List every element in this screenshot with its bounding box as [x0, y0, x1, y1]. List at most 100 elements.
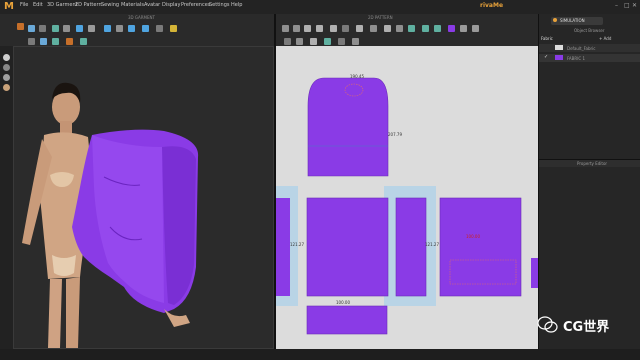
move-tool-icon[interactable]: [39, 25, 46, 32]
rectangle-tool-icon[interactable]: [330, 25, 337, 32]
shirr-tool-icon[interactable]: [116, 25, 123, 32]
wireframe-tool-icon[interactable]: [52, 38, 59, 45]
status-bar: [0, 349, 640, 360]
check-icon: ✓: [544, 54, 549, 60]
fabric-swatch-1: [555, 55, 563, 60]
fit-tool-icon[interactable]: [128, 25, 135, 32]
transform-tool-icon[interactable]: [282, 25, 289, 32]
avatar-visibility-icon[interactable]: [3, 54, 10, 61]
label-top-side: 207.79: [388, 132, 402, 137]
polygon-tool-icon[interactable]: [316, 25, 323, 32]
simulation-indicator-icon: [553, 18, 557, 22]
pattern-select-icon[interactable]: [40, 38, 47, 45]
pattern-view-icon[interactable]: [284, 38, 291, 45]
label-top-width: 190.45: [350, 74, 364, 79]
pattern-toolbar: 2D PATTERN: [276, 14, 538, 46]
viewport-3d[interactable]: [13, 46, 274, 349]
notch-tool-icon[interactable]: [472, 25, 479, 32]
pin-tool-icon[interactable]: [63, 25, 70, 32]
maximize-button[interactable]: □: [624, 2, 630, 9]
fabric-color-icon[interactable]: [448, 25, 455, 32]
menu-settings[interactable]: Settings: [209, 2, 230, 8]
fabric-item-1[interactable]: ✓ FABRIC 1: [539, 54, 640, 62]
pattern-piece-top[interactable]: [307, 77, 389, 177]
label-side-left: 121.27: [290, 242, 304, 247]
select-tool-icon[interactable]: [28, 25, 35, 32]
fold-tool-icon[interactable]: [52, 25, 59, 32]
mode-toggle[interactable]: SIMULATION: [551, 17, 603, 25]
viewport-3d-title: 3D GARMENT: [128, 15, 155, 20]
pattern-piece-left[interactable]: [276, 198, 290, 296]
pattern-arrange-icon[interactable]: [338, 38, 345, 45]
wechat-icon: [537, 316, 558, 333]
menu-display[interactable]: Display: [162, 2, 180, 8]
layer-tool-icon[interactable]: [80, 38, 87, 45]
menu-materials[interactable]: Materials: [121, 2, 144, 8]
free-sewing-icon[interactable]: [408, 25, 415, 32]
render-mode-icon[interactable]: [3, 74, 10, 81]
pattern-piece-bottom[interactable]: [306, 305, 388, 335]
skin-display-icon[interactable]: [3, 84, 10, 91]
pattern-piece-back[interactable]: [439, 197, 522, 297]
watermark: CG世界: [537, 314, 617, 336]
avatar-display-icon[interactable]: [66, 38, 73, 45]
avatar-tool-icon[interactable]: [17, 23, 24, 30]
garment-visibility-icon[interactable]: [3, 64, 10, 71]
tab-fabric[interactable]: Fabric: [541, 36, 553, 41]
edit-point-icon[interactable]: [293, 25, 300, 32]
pattern-piece-side[interactable]: [395, 197, 427, 297]
watermark-text: CG世界: [563, 320, 610, 335]
segment-sewing-icon[interactable]: [396, 25, 403, 32]
viewport-2d-title: 2D PATTERN: [368, 15, 393, 20]
menu-help[interactable]: Help: [231, 2, 242, 8]
fabric-name-default: Default_Fabric: [567, 46, 596, 51]
close-button[interactable]: ✕: [632, 2, 637, 9]
garment-toolbar: 3D GARMENT: [0, 14, 275, 46]
arrange-tool-icon[interactable]: [104, 25, 111, 32]
minimize-button[interactable]: –: [615, 2, 618, 9]
tack-tool-icon[interactable]: [76, 25, 83, 32]
pattern-layer-icon[interactable]: [296, 38, 303, 45]
topstitch-tool-icon[interactable]: [156, 25, 163, 32]
menu-file[interactable]: File: [20, 2, 28, 8]
app-logo: M: [4, 1, 14, 12]
menu-preferences[interactable]: Preferences: [181, 2, 210, 8]
menu-2d-pattern[interactable]: 2D Pattern: [75, 2, 102, 8]
pattern-measure-icon[interactable]: [324, 38, 331, 45]
dart-tool-icon[interactable]: [370, 25, 377, 32]
label-side-right: 121.27: [425, 242, 439, 247]
texture-tool-icon[interactable]: [142, 25, 149, 32]
curve-tool-icon[interactable]: [304, 25, 311, 32]
grain-tool-icon[interactable]: [460, 25, 467, 32]
circle-tool-icon[interactable]: [342, 25, 349, 32]
fabric-swatch-default: [555, 45, 563, 50]
pattern-piece-front[interactable]: [306, 197, 389, 297]
tab-object-browser[interactable]: Object Browser: [574, 28, 605, 33]
menu-avatar[interactable]: Avatar: [144, 2, 160, 8]
menu-sewing[interactable]: Sewing: [101, 2, 119, 8]
simulation-tool-icon[interactable]: [170, 25, 177, 32]
fabric-name-1: FABRIC 1: [567, 56, 585, 61]
view-tool-icon[interactable]: [28, 38, 35, 45]
check-sewing-icon[interactable]: [422, 25, 429, 32]
fabric-garment: [72, 129, 199, 327]
sewing-length-icon[interactable]: [434, 25, 441, 32]
pattern-canvas: [276, 77, 538, 335]
viewport-2d[interactable]: 190.45 207.79 121.27 121.27 100.00 100.0…: [276, 46, 538, 349]
viewport-3d-sidebar: [0, 46, 13, 349]
pattern-grid-icon[interactable]: [310, 38, 317, 45]
pattern-piece-edge[interactable]: [531, 258, 538, 288]
add-fabric-button[interactable]: + Add: [599, 36, 611, 41]
pattern-symmetric-icon[interactable]: [352, 38, 359, 45]
right-panel: SIMULATION Object Browser Fabric + Add D…: [538, 14, 640, 360]
menu-3d-garment[interactable]: 3D Garment: [47, 2, 78, 8]
trace-tool-icon[interactable]: [384, 25, 391, 32]
property-editor-title: Property Editor: [577, 161, 608, 166]
menu-edit[interactable]: Edit: [33, 2, 43, 8]
fabric-item-default[interactable]: Default_Fabric: [539, 44, 640, 52]
internal-shape-icon[interactable]: [356, 25, 363, 32]
simulation-button-label: SIMULATION: [560, 18, 585, 23]
measure-tool-icon[interactable]: [88, 25, 95, 32]
brand-label: rivaMe: [480, 2, 504, 9]
menu-bar: M File Edit 3D Garment 2D Pattern Sewing…: [0, 0, 640, 15]
